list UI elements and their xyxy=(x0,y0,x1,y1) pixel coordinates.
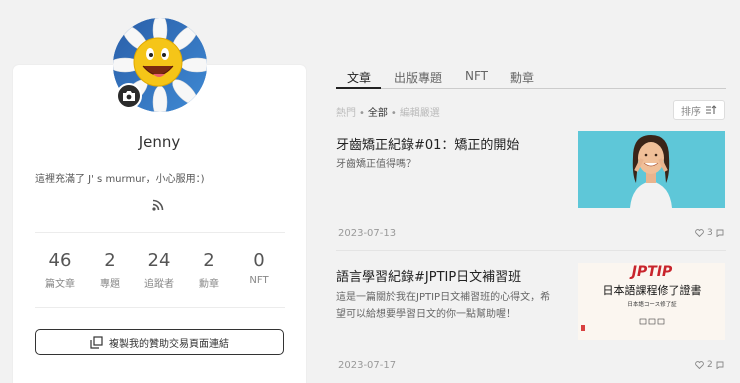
article-title[interactable]: 牙齒矯正紀錄#01：矯正的開始 xyxy=(336,134,519,153)
article-filter: 熱門 • 全部 • 編輯嚴選 xyxy=(336,104,440,119)
article-excerpt: 牙齒矯正值得嗎？ xyxy=(336,159,416,170)
article-excerpt: 這是一篇關於我在JPTIP日文補習班的心得文，希望可以給想要學習日文的你一點幫助… xyxy=(336,292,551,320)
article-separator xyxy=(336,250,726,251)
camera-icon xyxy=(123,91,135,101)
tab-nft[interactable]: NFT xyxy=(465,69,488,83)
copy-button-label: 複製我的贊助交易頁面連結 xyxy=(109,338,229,350)
article-thumbnail[interactable] xyxy=(578,131,725,208)
filter-editor-pick[interactable]: 編輯嚴選 xyxy=(400,108,440,119)
filter-dot: • xyxy=(390,108,397,119)
certificate-heading: 日本語課程修了證書 xyxy=(603,283,702,297)
certificate-logo: JPTIP xyxy=(629,264,673,280)
stat-label: 追蹤者 xyxy=(144,279,174,290)
stat-value: 2 xyxy=(203,250,215,271)
stat-articles[interactable]: 46 篇文章 xyxy=(35,250,85,290)
article-date: 2023-07-17 xyxy=(338,360,397,371)
stat-value: 24 xyxy=(147,250,171,271)
article-thumbnail[interactable]: JPTIP 日本語課程修了證書 日本語コース修了証 xyxy=(578,263,725,340)
stat-label: 勳章 xyxy=(199,279,219,290)
heart-icon[interactable] xyxy=(695,361,704,369)
article-stats: 3 xyxy=(695,228,724,238)
avatar-upload-button[interactable] xyxy=(116,83,142,109)
certificate-subheading: 日本語コース修了証 xyxy=(627,300,677,308)
stat-series[interactable]: 2 專題 xyxy=(85,250,135,290)
stat-value: 2 xyxy=(104,250,116,271)
stat-label: 專題 xyxy=(100,279,120,290)
tab-badges[interactable]: 勳章 xyxy=(510,69,534,86)
stat-label: NFT xyxy=(249,275,269,286)
rss-icon[interactable] xyxy=(151,198,165,212)
sort-label: 排序 xyxy=(681,106,701,118)
stat-label: 篇文章 xyxy=(45,279,75,290)
like-count: 3 xyxy=(707,228,713,238)
tab-underline xyxy=(336,88,726,89)
profile-divider xyxy=(35,307,285,308)
comment-icon[interactable] xyxy=(716,229,724,237)
copy-icon xyxy=(90,335,103,349)
copy-sponsor-link-button[interactable]: 複製我的贊助交易頁面連結 xyxy=(35,329,284,355)
heart-icon[interactable] xyxy=(695,229,704,237)
profile-divider xyxy=(35,232,285,233)
sort-icon xyxy=(706,105,717,114)
filter-hot[interactable]: 熱門 xyxy=(336,108,356,119)
stat-nft[interactable]: 0 NFT xyxy=(234,250,284,286)
filter-all[interactable]: 全部 xyxy=(368,108,388,119)
sort-button[interactable]: 排序 xyxy=(673,100,725,120)
tab-active-indicator xyxy=(336,87,381,89)
tab-articles[interactable]: 文章 xyxy=(347,69,371,86)
article-stats: 2 xyxy=(695,360,724,370)
stat-followers[interactable]: 24 追蹤者 xyxy=(134,250,184,290)
comment-icon[interactable] xyxy=(716,361,724,369)
stat-badges[interactable]: 2 勳章 xyxy=(184,250,234,290)
stat-value: 46 xyxy=(48,250,72,271)
filter-dot: • xyxy=(359,108,365,119)
article-date: 2023-07-13 xyxy=(338,228,397,239)
profile-bio: 這裡充滿了 J' s murmur，小心服用：) xyxy=(35,174,205,185)
article-title[interactable]: 語言學習紀錄#JPTIP日文補習班 xyxy=(336,266,521,285)
like-count: 2 xyxy=(707,360,713,370)
tab-series[interactable]: 出版專題 xyxy=(394,69,442,86)
profile-name: Jenny xyxy=(138,133,181,151)
stat-value: 0 xyxy=(253,250,265,271)
